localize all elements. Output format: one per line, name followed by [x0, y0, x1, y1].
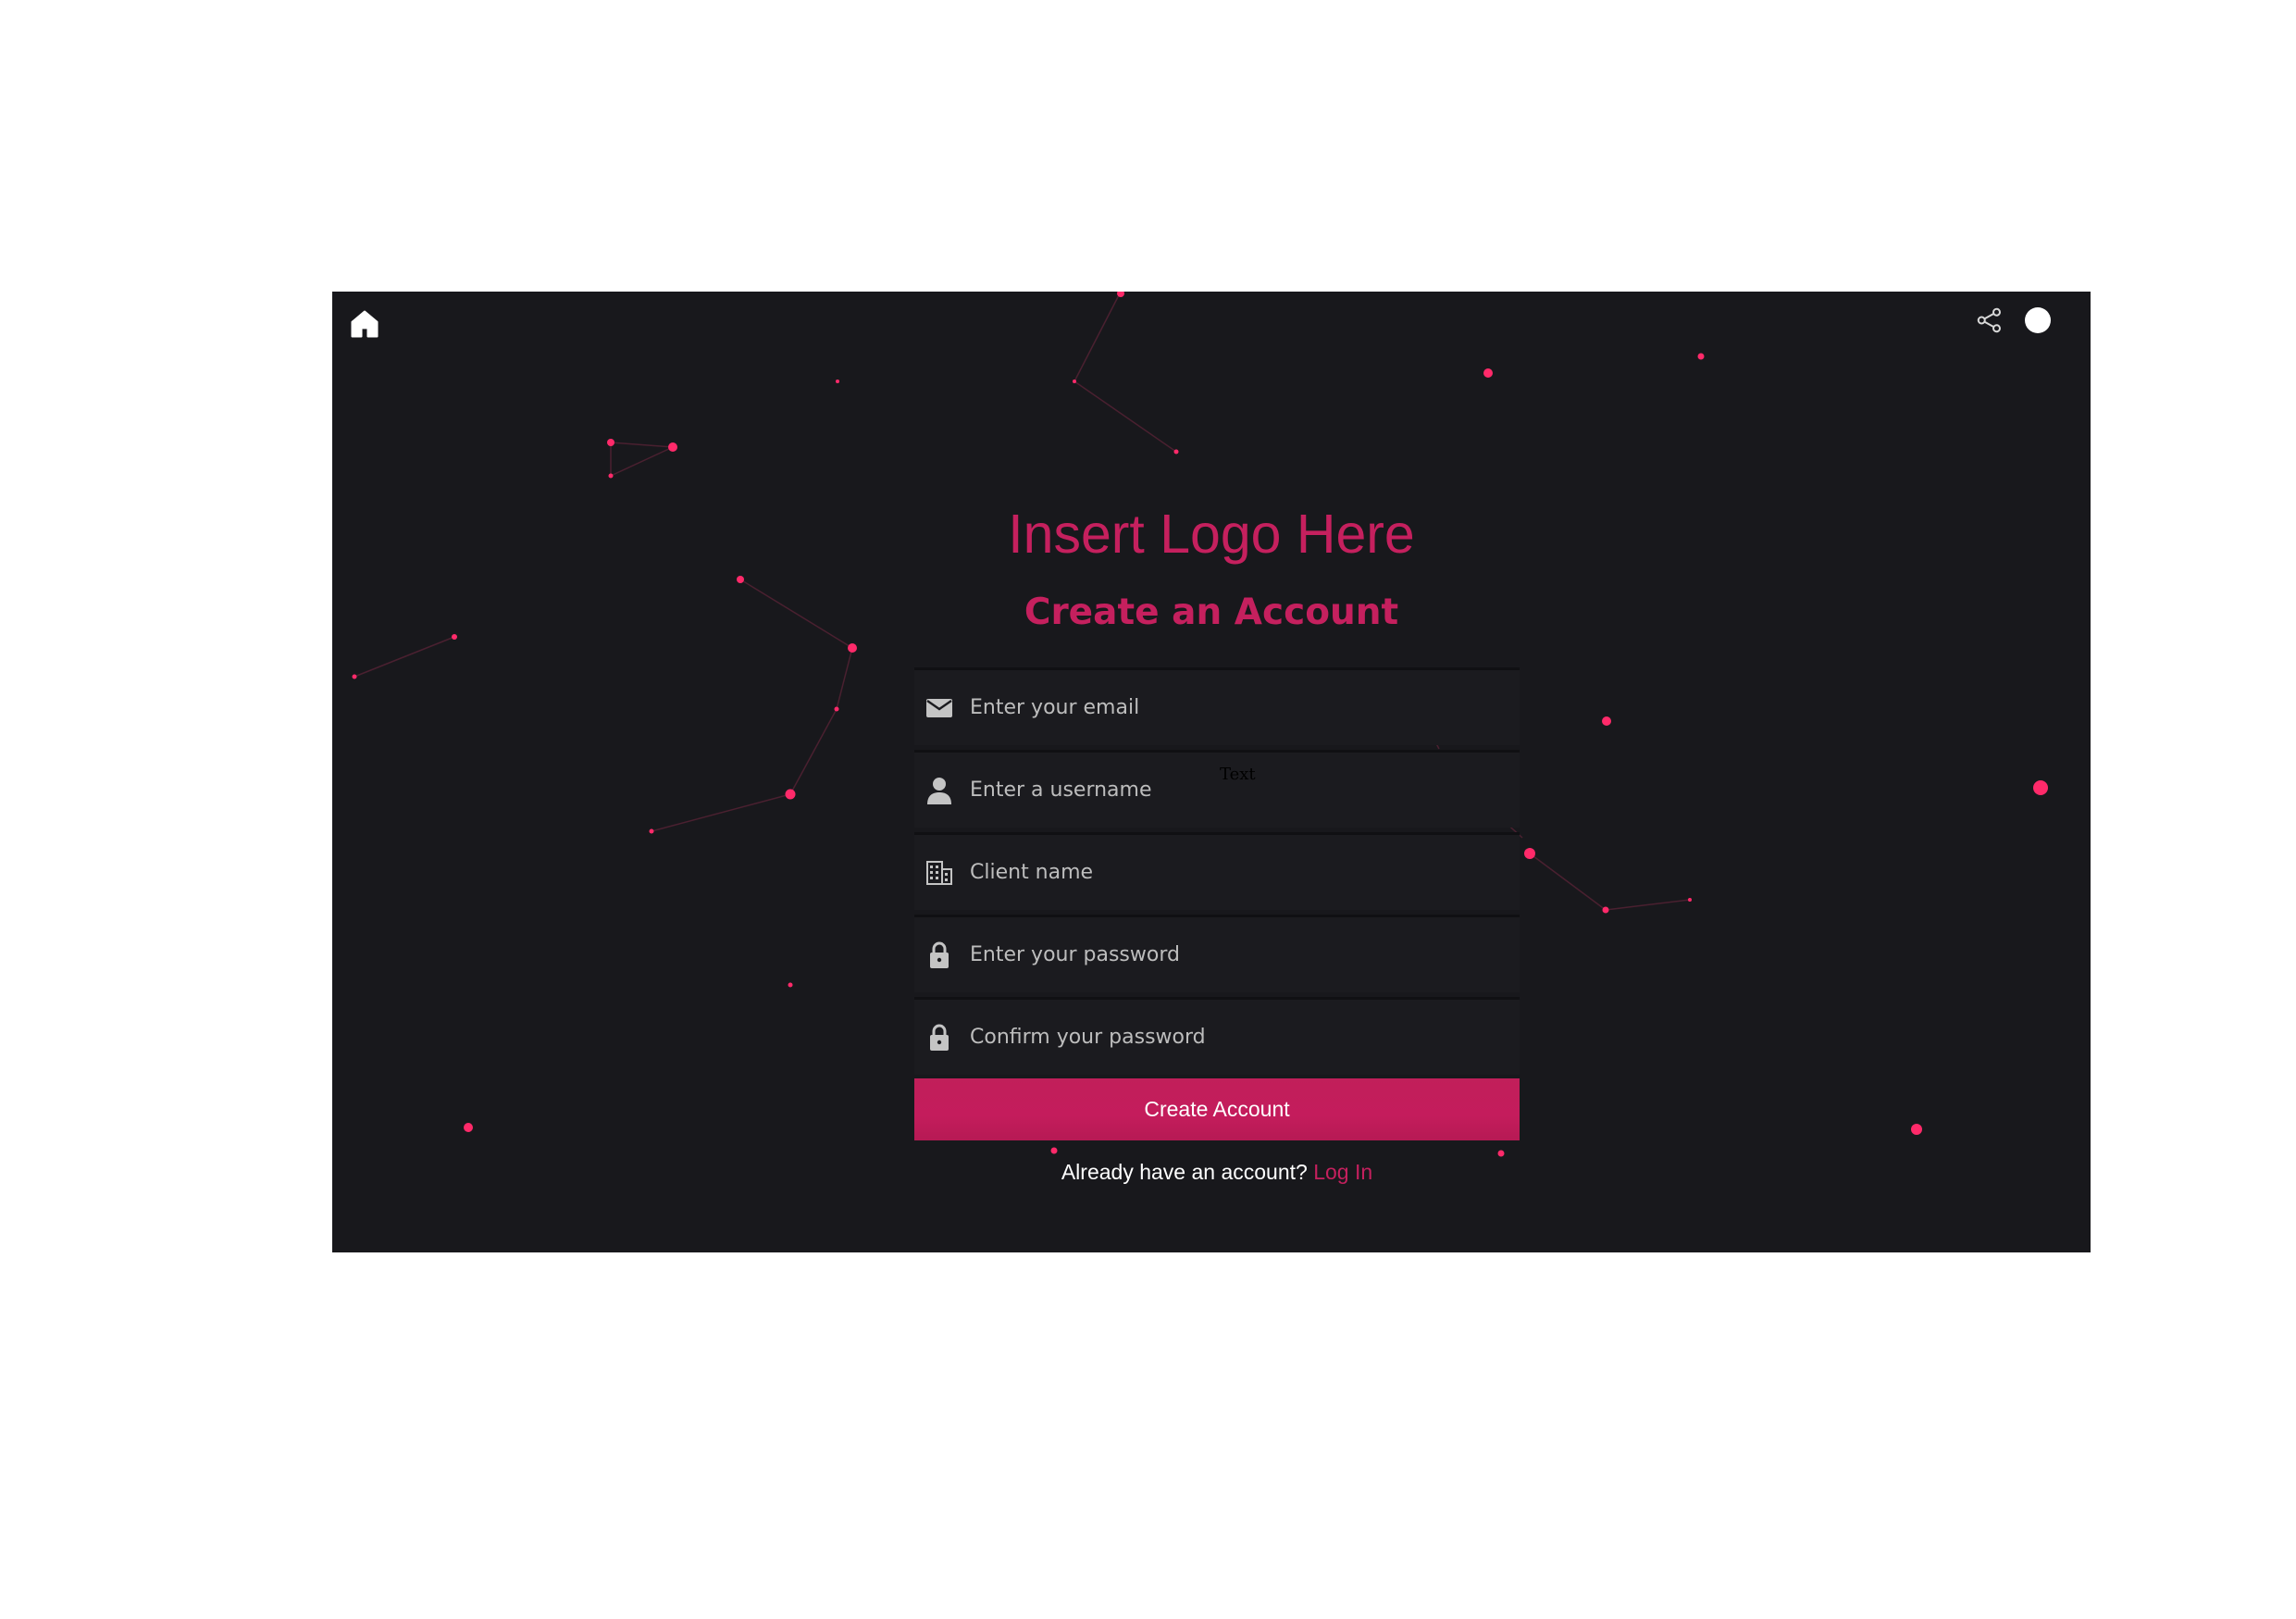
client-name-field[interactable]	[914, 832, 1520, 910]
login-prompt-text: Already have an account?	[1061, 1160, 1308, 1184]
client-name-input[interactable]	[968, 843, 1520, 902]
app-window: Insert Logo Here Create an Account Text	[332, 292, 2091, 1252]
username-field[interactable]: Text	[914, 750, 1520, 828]
login-link[interactable]: Log In	[1313, 1160, 1372, 1184]
confirm-password-input[interactable]	[968, 1008, 1520, 1066]
page-title: Create an Account	[1024, 592, 1399, 633]
password-input[interactable]	[968, 926, 1520, 984]
home-button[interactable]	[347, 306, 382, 342]
email-field[interactable]	[914, 667, 1520, 745]
login-prompt: Already have an account? Log In	[914, 1160, 1520, 1185]
mail-icon	[924, 692, 955, 724]
building-icon	[924, 857, 955, 889]
signup-form: Text	[914, 667, 1520, 1079]
confirm-password-field[interactable]	[914, 997, 1520, 1075]
theme-toggle[interactable]	[2025, 307, 2051, 333]
username-input[interactable]	[968, 761, 1520, 819]
home-icon	[351, 310, 379, 338]
lock-icon	[924, 940, 955, 971]
password-field[interactable]	[914, 915, 1520, 992]
email-input[interactable]	[968, 679, 1520, 737]
create-account-button[interactable]: Create Account	[914, 1078, 1520, 1140]
share-button[interactable]	[1972, 303, 2007, 338]
logo-placeholder: Insert Logo Here	[1008, 504, 1415, 565]
share-icon	[1977, 307, 2001, 333]
user-icon	[924, 775, 955, 806]
lock-icon	[924, 1022, 955, 1053]
